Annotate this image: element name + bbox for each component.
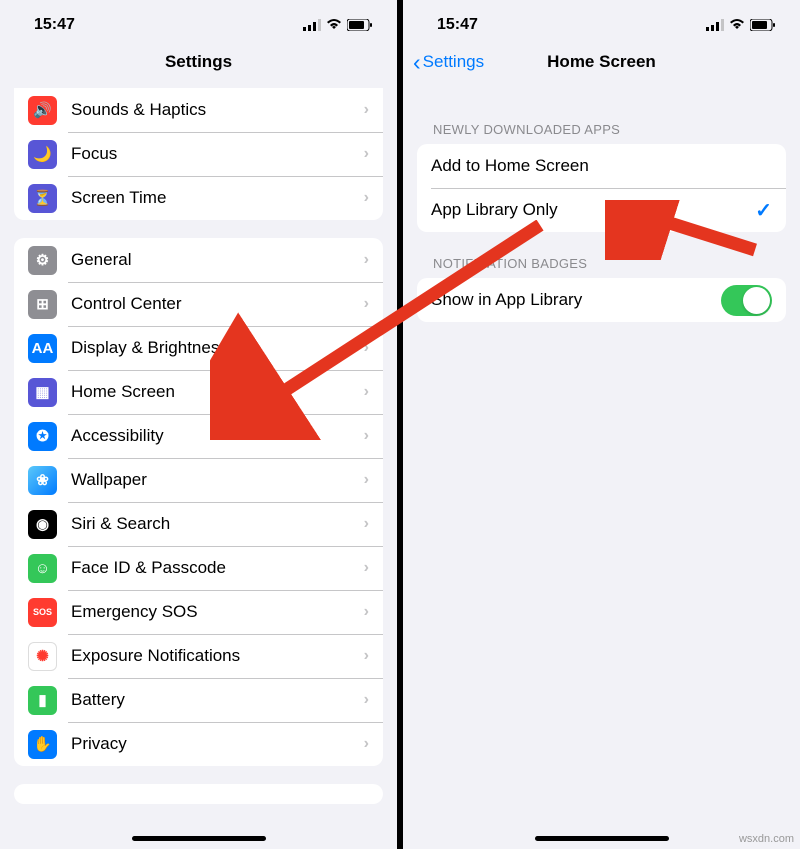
row-label: Exposure Notifications [71, 646, 356, 666]
row-label: Battery [71, 690, 356, 710]
privacy-icon: ✋ [28, 730, 57, 759]
general-icon: ⚙ [28, 246, 57, 275]
row-wallpaper[interactable]: ❀ Wallpaper › [14, 458, 383, 502]
watermark: wsxdn.com [739, 833, 794, 845]
sounds-icon: 🔊 [28, 96, 57, 125]
chevron-right-icon: › [364, 603, 369, 621]
battery-icon: ▮ [28, 686, 57, 715]
row-privacy[interactable]: ✋ Privacy › [14, 722, 383, 766]
row-label: Wallpaper [71, 470, 356, 490]
back-button[interactable]: ‹ Settings [413, 51, 484, 74]
row-label: Sounds & Haptics [71, 100, 356, 120]
annotation-arrow-left [210, 220, 550, 440]
row-sounds[interactable]: 🔊 Sounds & Haptics › [14, 88, 383, 132]
display-icon: AA [28, 334, 57, 363]
chevron-right-icon: › [364, 471, 369, 489]
row-sos[interactable]: SOS Emergency SOS › [14, 590, 383, 634]
row-add-home[interactable]: Add to Home Screen [417, 144, 786, 188]
home-indicator[interactable] [535, 836, 669, 841]
row-screen-time[interactable]: ⏳ Screen Time › [14, 176, 383, 220]
annotation-arrow-right [605, 200, 765, 260]
home-screen-icon: ▦ [28, 378, 57, 407]
row-siri[interactable]: ◉ Siri & Search › [14, 502, 383, 546]
chevron-right-icon: › [364, 145, 369, 163]
battery-icon [347, 19, 373, 31]
row-label: Focus [71, 144, 356, 164]
accessibility-icon: ✪ [28, 422, 57, 451]
chevron-right-icon: › [364, 647, 369, 665]
status-bar: 15:47 [403, 0, 800, 40]
signal-icon [706, 19, 724, 31]
row-label: Siri & Search [71, 514, 356, 534]
faceid-icon: ☺ [28, 554, 57, 583]
status-bar: 15:47 [0, 0, 397, 40]
row-exposure[interactable]: ✺ Exposure Notifications › [14, 634, 383, 678]
toggle-show-in-lib[interactable] [721, 285, 772, 316]
chevron-right-icon: › [364, 735, 369, 753]
page-title: Settings [165, 52, 232, 72]
wifi-icon [729, 19, 745, 31]
row-label: Face ID & Passcode [71, 558, 356, 578]
wifi-icon [326, 19, 342, 31]
nav-bar: Settings [0, 40, 397, 84]
chevron-right-icon: › [364, 691, 369, 709]
row-label: Add to Home Screen [431, 156, 772, 176]
focus-icon: 🌙 [28, 140, 57, 169]
row-label: Screen Time [71, 188, 356, 208]
siri-icon: ◉ [28, 510, 57, 539]
chevron-right-icon: › [364, 515, 369, 533]
status-icons [303, 19, 373, 31]
section-header-newly-downloaded: NEWLY DOWNLOADED APPS [417, 122, 786, 144]
sos-icon: SOS [28, 598, 57, 627]
screen-time-icon: ⏳ [28, 184, 57, 213]
signal-icon [303, 19, 321, 31]
home-indicator[interactable] [132, 836, 266, 841]
page-title: Home Screen [547, 52, 656, 72]
back-label: Settings [423, 52, 484, 72]
chevron-right-icon: › [364, 101, 369, 119]
row-battery[interactable]: ▮ Battery › [14, 678, 383, 722]
nav-bar: ‹ Settings Home Screen [403, 40, 800, 84]
chevron-right-icon: › [364, 189, 369, 207]
chevron-right-icon: › [364, 559, 369, 577]
row-faceid[interactable]: ☺ Face ID & Passcode › [14, 546, 383, 590]
control-center-icon: ⊞ [28, 290, 57, 319]
row-label: Privacy [71, 734, 356, 754]
status-time: 15:47 [437, 16, 478, 34]
status-time: 15:47 [34, 16, 75, 34]
battery-icon [750, 19, 776, 31]
row-label: Emergency SOS [71, 602, 356, 622]
chevron-left-icon: ‹ [413, 51, 421, 74]
settings-list[interactable]: 🔊 Sounds & Haptics › 🌙 Focus › ⏳ Screen Time › ⚙… [0, 84, 397, 849]
wallpaper-icon: ❀ [28, 466, 57, 495]
status-icons [706, 19, 776, 31]
exposure-icon: ✺ [28, 642, 57, 671]
row-focus[interactable]: 🌙 Focus › [14, 132, 383, 176]
